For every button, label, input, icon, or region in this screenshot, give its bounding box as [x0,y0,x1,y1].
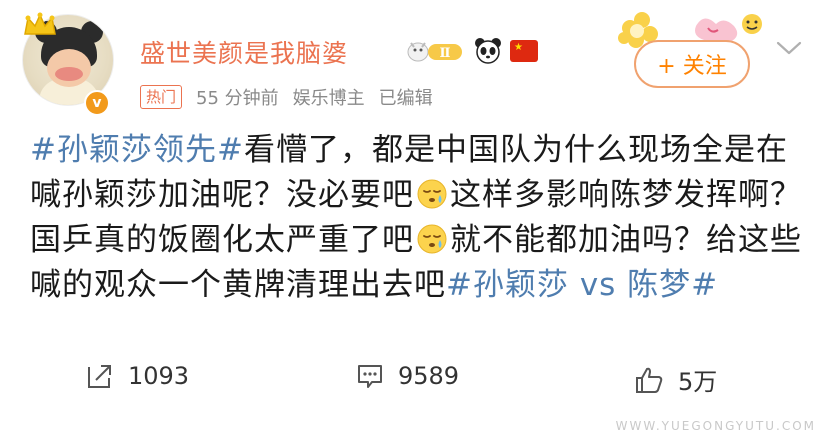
username[interactable]: 盛世美颜是我脑婆 [140,34,348,70]
action-bar: 1093 9589 5万 [0,344,828,408]
comment-count: 9589 [398,362,460,390]
china-flag-icon: ★ [510,40,538,62]
hot-tag: 热门 [140,85,183,109]
comment-button[interactable]: 9589 [356,362,459,390]
sleepy-emoji-icon [417,179,447,209]
like-count: 5万 [678,368,718,396]
post-header: v 盛世美颜是我脑婆 Ⅱ ★ 热门 55 分钟前 娱乐博主 已编辑 + 关注 [0,0,828,120]
like-icon [636,367,663,393]
verified-badge-icon: v [84,90,110,116]
sleepy-emoji-icon [417,224,447,254]
crown-icon [24,12,56,35]
chevron-down-icon[interactable] [774,38,804,58]
repost-button[interactable]: 1093 [86,362,189,390]
post-content: #孙颖莎领先#看懵了，都是中国队为什么现场全是在喊孙颖莎加油呢？没必要吧 这样多… [30,128,810,308]
follow-button[interactable]: + 关注 [634,40,750,88]
like-button[interactable]: 5万 [634,362,717,397]
author-label: 娱乐博主 [292,88,365,109]
svg-text:Ⅱ: Ⅱ [440,46,451,61]
repost-icon [88,365,111,388]
panda-icon [475,38,501,64]
repost-count: 1093 [128,362,190,390]
post-meta: 热门 55 分钟前 娱乐博主 已编辑 [140,84,433,110]
edited-label[interactable]: 已编辑 [379,84,433,110]
post-time: 55 分钟前 [196,88,279,109]
topic-link-sun-vs-chen[interactable]: #孙颖莎 vs 陈梦# [446,267,718,303]
avatar-container[interactable]: v [22,12,114,116]
level-badge-icon[interactable]: Ⅱ [404,38,466,64]
topic-link-sun-yingsha-leads[interactable]: #孙颖莎领先# [30,132,244,168]
comment-icon [358,365,382,388]
watermark: WWW.YUEGONGYUTU.COM [615,419,816,433]
